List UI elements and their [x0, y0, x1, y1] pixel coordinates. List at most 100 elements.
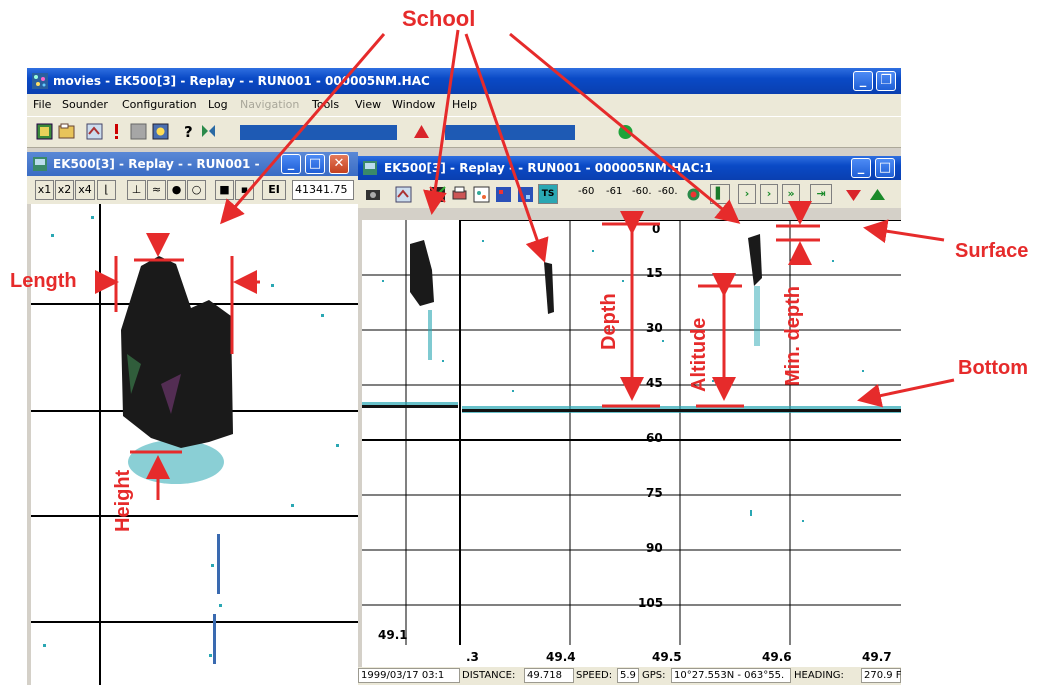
progress-bar-left	[240, 125, 397, 140]
right-echogram-canvas	[362, 220, 901, 645]
grid-blue2-icon[interactable]	[516, 185, 535, 204]
surface-line-button[interactable]: ≈	[147, 180, 166, 200]
pause-button[interactable]: ▌	[710, 184, 730, 204]
left-toolbar: x1 x2 x4 ⌊ ⊥ ≈ ● ○ ■ ▪ EI 41341.75	[27, 176, 358, 204]
status-distance-label: DISTANCE:	[462, 670, 516, 681]
depth-tick-105: 105	[638, 596, 664, 610]
record-icon[interactable]	[684, 185, 703, 204]
grid-blue-icon[interactable]	[494, 185, 513, 204]
header-value-4: -60.	[658, 186, 678, 197]
goto-end-button[interactable]: ⇥	[810, 184, 832, 204]
status-distance: 49.718	[524, 668, 574, 683]
play-button[interactable]: ›	[760, 184, 778, 204]
export-button[interactable]: ▪	[235, 180, 254, 200]
minimize-icon: _	[859, 73, 867, 88]
school-detect-button[interactable]: ●	[167, 180, 186, 200]
echogram-icon	[363, 161, 377, 175]
fish-config-icon[interactable]	[394, 185, 413, 204]
menu-log[interactable]: Log	[208, 98, 228, 111]
goto-end-icon: ⇥	[816, 187, 826, 200]
depth-tick-75: 75	[646, 486, 663, 500]
print-icon[interactable]	[450, 185, 469, 204]
status-gps-label: GPS:	[642, 670, 666, 681]
header-value-3: -60.	[632, 186, 652, 197]
main-title-bar: movies - EK500[3] - Replay - - RUN001 - …	[27, 68, 901, 94]
header-value-2: -61	[606, 186, 623, 197]
zoom-x2-button[interactable]: x2	[55, 180, 74, 200]
refresh-button[interactable]: ○	[187, 180, 206, 200]
right-maximize-button[interactable]: □	[875, 158, 895, 178]
menu-bar: File Sounder Configuration Log Navigatio…	[27, 94, 901, 116]
ts-button[interactable]: TS	[538, 184, 558, 204]
chevron-right-icon: ›	[766, 187, 772, 200]
axis-button[interactable]: ⌊	[97, 180, 116, 200]
distance-tick-3: 49.5	[652, 650, 682, 664]
grey-tool-icon[interactable]	[129, 122, 148, 141]
ei-button[interactable]: EI	[262, 180, 286, 200]
open-icon[interactable]	[57, 122, 76, 141]
new-icon[interactable]	[35, 122, 54, 141]
annotation-depth: Depth	[598, 293, 620, 350]
annotation-height: Height	[112, 469, 134, 532]
alert-icon[interactable]	[107, 122, 126, 141]
annotation-school: School	[402, 6, 476, 31]
depth-tick-60: 60	[646, 431, 663, 445]
main-title: movies - EK500[3] - Replay - - RUN001 - …	[53, 74, 430, 88]
left-maximize-button[interactable]: □	[305, 154, 325, 174]
menu-sounder[interactable]: Sounder	[62, 98, 108, 111]
annotation-min-depth: Min. depth	[782, 286, 804, 386]
zoom-x4-button[interactable]: x4	[75, 180, 95, 200]
depth-tick-30: 30	[646, 321, 663, 335]
menu-configuration[interactable]: Configuration	[122, 98, 197, 111]
menu-view[interactable]: View	[355, 98, 381, 111]
left-echogram-canvas	[31, 204, 358, 685]
close-icon: ✕	[333, 156, 345, 171]
left-close-button[interactable]: ✕	[329, 154, 349, 174]
palette-icon[interactable]	[428, 185, 447, 204]
butterfly-icon[interactable]	[199, 122, 218, 141]
annotation-altitude: Altitude	[688, 317, 710, 392]
right-title-bar: EK500[3] - Replay - - RUN001 - 000005NM.…	[358, 156, 901, 180]
depth-tick-0: 0	[652, 222, 661, 236]
menu-tools[interactable]: Tools	[312, 98, 339, 111]
minimize-button[interactable]: _	[853, 71, 873, 91]
menu-window[interactable]: Window	[392, 98, 435, 111]
status-gps: 10°27.553N - 063°55.	[671, 668, 791, 683]
camera-icon[interactable]	[364, 186, 382, 202]
menu-help[interactable]: Help	[452, 98, 477, 111]
fish-config-icon[interactable]	[85, 122, 104, 141]
down-arrow-icon[interactable]	[844, 185, 863, 204]
fast-forward-button[interactable]: »	[782, 184, 800, 204]
left-echogram-window: EK500[3] - Replay - - RUN001 - _ □ ✕ x1 …	[27, 152, 358, 685]
chevron-right-icon: ›	[744, 187, 750, 200]
up-arrow-icon[interactable]	[868, 185, 887, 204]
header-value-1: -60	[578, 186, 595, 197]
save-icon: ■	[219, 183, 230, 196]
menu-navigation: Navigation	[240, 98, 300, 111]
step-button[interactable]: ›	[738, 184, 756, 204]
save-button[interactable]: ■	[215, 180, 234, 200]
left-title-bar: EK500[3] - Replay - - RUN001 - _ □ ✕	[27, 152, 358, 176]
annotation-length: Length	[10, 270, 77, 292]
bottom-line-button[interactable]: ⊥	[127, 180, 146, 200]
grid-tool-icon[interactable]	[151, 122, 170, 141]
minimize-icon: _	[287, 156, 295, 171]
status-bar: 1999/03/17 03:1 DISTANCE: 49.718 SPEED: …	[358, 667, 901, 685]
pause-icon: ▌	[715, 187, 725, 200]
annotation-bottom: Bottom	[958, 357, 1028, 379]
right-minimize-button[interactable]: _	[851, 158, 871, 178]
up-arrow-icon[interactable]	[412, 122, 431, 141]
echo-icon[interactable]	[472, 185, 491, 204]
menu-file[interactable]: File	[33, 98, 51, 111]
double-chevron-icon: »	[787, 187, 795, 200]
svg-text:?: ?	[184, 123, 193, 141]
restore-button[interactable]: ❐	[876, 71, 896, 91]
status-green-icon	[618, 125, 633, 139]
bottom-line-icon: ⊥	[131, 183, 142, 196]
distance-tick-1: .3	[466, 650, 479, 664]
zoom-x1-button[interactable]: x1	[35, 180, 54, 200]
left-pane-distance: 49.1	[378, 628, 408, 642]
right-echogram: 0 15 30 45 60 75 90 105 49.1 .3 49.4 49.…	[362, 220, 901, 667]
left-minimize-button[interactable]: _	[281, 154, 301, 174]
help-icon[interactable]: ?	[179, 122, 198, 141]
